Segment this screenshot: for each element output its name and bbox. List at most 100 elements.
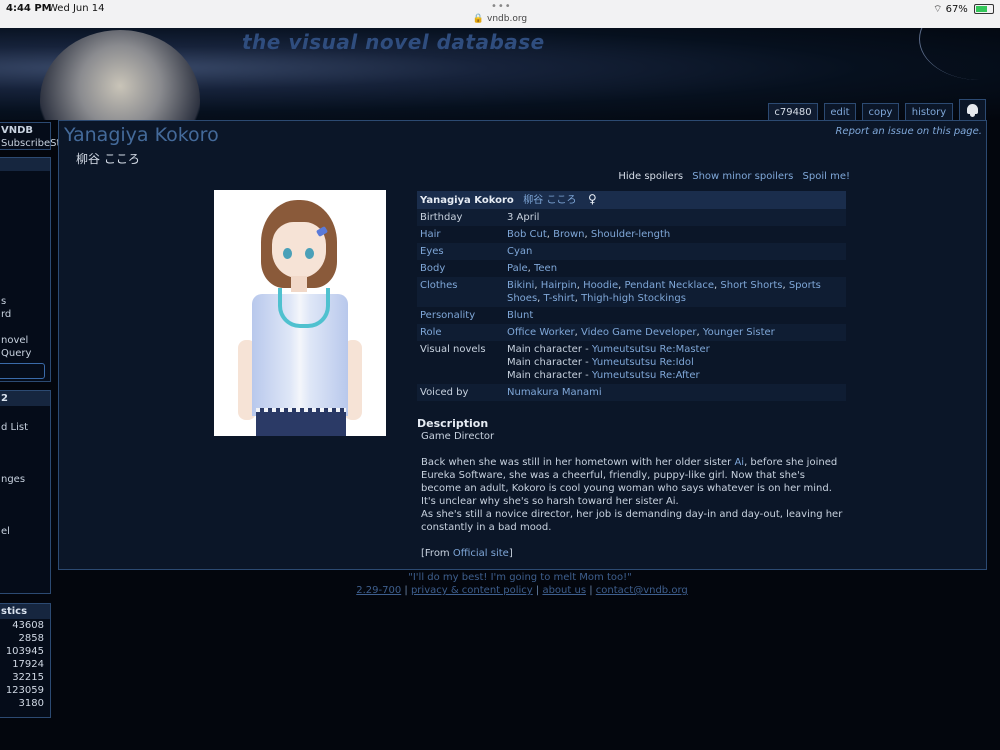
trait-label-link[interactable]: Role	[417, 324, 504, 341]
link-official-site[interactable]: Official site	[453, 548, 509, 559]
trait-link[interactable]: T-shirt	[544, 293, 575, 304]
portrait-necklace	[278, 288, 330, 328]
sidebar-menu-item[interactable]: rd	[0, 308, 50, 321]
sidebar-menu-item[interactable]: novel	[0, 334, 50, 347]
trait-label-link[interactable]: Eyes	[417, 243, 504, 260]
info-value-voiced-by: Numakura Manami	[504, 384, 846, 401]
trait-link[interactable]: Bob Cut	[507, 229, 547, 240]
portrait-eye-left	[283, 248, 292, 259]
sidebar-item-vndb[interactable]: VNDB	[0, 123, 50, 137]
visual-novel-link[interactable]: Yumeutsutsu Re:Master	[592, 344, 710, 355]
trait-link[interactable]: Hairpin	[541, 280, 577, 291]
trait-link[interactable]: Office Worker	[507, 327, 575, 338]
trait-link[interactable]: Thigh-high Stockings	[581, 293, 686, 304]
footer-contact-link[interactable]: contact@vndb.org	[596, 585, 688, 596]
banner-character-art	[40, 30, 200, 120]
sidebar-user-box: 2 d List nges el	[0, 390, 51, 594]
trait-link[interactable]: Younger Sister	[703, 327, 775, 338]
character-page: Yanagiya Kokoro 柳谷 こころ Report an issue o…	[58, 120, 987, 570]
trait-link[interactable]: Shoulder-length	[591, 229, 670, 240]
visual-novel-link[interactable]: Yumeutsutsu Re:Idol	[592, 357, 694, 368]
sidebar-item-subscribestar[interactable]: SubscribeStar	[0, 137, 71, 150]
sidebar-user-item[interactable]: el	[0, 525, 50, 538]
bell-icon	[967, 104, 978, 117]
trait-link[interactable]: Video Game Developer	[581, 327, 697, 338]
info-label: Birthday	[417, 209, 504, 226]
footer-about-link[interactable]: about us	[542, 585, 586, 596]
trait-link[interactable]: Pendant Necklace	[624, 280, 714, 291]
page-subtitle-original: 柳谷 こころ	[76, 152, 140, 166]
trait-link[interactable]: Pale	[507, 263, 528, 274]
info-name: Yanagiya Kokoro	[420, 195, 514, 206]
sidebar-menu-item[interactable]: s	[0, 295, 50, 308]
tab-character-id[interactable]: c79480	[768, 103, 818, 121]
battery-fill	[976, 6, 987, 12]
spoiler-hide-option[interactable]: Hide spoilers	[618, 171, 683, 182]
voice-actor-link[interactable]: Numakura Manami	[507, 387, 602, 398]
trait-label-link[interactable]: Clothes	[417, 277, 504, 307]
battery-percent: 67%	[945, 4, 968, 15]
status-time: 4:44 PM	[6, 3, 52, 14]
info-label: Voiced by	[417, 384, 504, 401]
footer-privacy-link[interactable]: privacy & content policy	[411, 585, 533, 596]
info-row-visual-novels: Visual novels Main character - Yumeutsuts…	[417, 341, 846, 384]
trait-label-link[interactable]: Body	[417, 260, 504, 277]
visual-novel-link[interactable]: Yumeutsutsu Re:After	[592, 370, 700, 381]
banner-moon-art	[919, 28, 1000, 80]
info-row-eyes: Eyes Cyan	[417, 243, 846, 260]
trait-label-link[interactable]: Personality	[417, 307, 504, 324]
stat-value: 43608	[12, 620, 44, 631]
info-row-clothes: Clothes Bikini, Hairpin, Hoodie, Pendant …	[417, 277, 846, 307]
address-bar[interactable]: 🔒 vndb.org	[0, 14, 1000, 24]
info-row-body: Body Pale, Teen	[417, 260, 846, 277]
info-row-personality: Personality Blunt	[417, 307, 846, 324]
trait-values: Blunt	[504, 307, 846, 324]
tab-history[interactable]: history	[905, 103, 953, 121]
info-value-birthday: 3 April	[504, 209, 846, 226]
trait-link[interactable]: Short Shorts	[720, 280, 782, 291]
wifi-icon: ⌔	[932, 4, 943, 15]
tab-copy[interactable]: copy	[862, 103, 899, 121]
trait-link[interactable]: Blunt	[507, 310, 533, 321]
trait-link[interactable]: Hoodie	[583, 280, 618, 291]
info-row-birthday: Birthday 3 April	[417, 209, 846, 226]
footer-version-link[interactable]: 2.29-700	[356, 585, 401, 596]
notification-bell-button[interactable]	[959, 99, 986, 121]
multitask-dots-icon[interactable]: •••	[491, 1, 512, 12]
battery-icon	[974, 4, 994, 14]
description-paragraph: Back when she was still in her hometown …	[421, 456, 847, 495]
description-paragraph: As she's still a novice director, her jo…	[421, 509, 843, 533]
battery-indicator: ⌔ 67%	[933, 3, 994, 16]
gender-female-icon: ♀	[587, 192, 597, 206]
trait-link[interactable]: Cyan	[507, 246, 532, 257]
trait-link[interactable]: Brown	[553, 229, 584, 240]
sidebar-user-item[interactable]: d List	[0, 421, 50, 434]
trait-link[interactable]: Bikini	[507, 280, 534, 291]
visual-novel-entry: Main character - Yumeutsutsu Re:Master	[507, 343, 843, 356]
address-url: vndb.org	[487, 14, 528, 24]
report-issue-link[interactable]: Report an issue on this page.	[835, 126, 982, 137]
sidebar-menu-item[interactable]: Query	[0, 347, 50, 360]
trait-link[interactable]: Teen	[534, 263, 557, 274]
tab-edit[interactable]: edit	[824, 103, 856, 121]
link-ai[interactable]: Ai	[734, 457, 744, 468]
trait-values: Pale, Teen	[504, 260, 846, 277]
description-text: [From	[421, 548, 453, 559]
character-portrait[interactable]	[214, 190, 386, 436]
sidebar-support-box: VNDB SubscribeStar	[0, 122, 71, 150]
info-row-voiced-by: Voiced by Numakura Manami	[417, 384, 846, 401]
spoiler-minor-option[interactable]: Show minor spoilers	[692, 171, 793, 182]
sidebar-search-input[interactable]	[0, 363, 45, 379]
trait-values: Bob Cut, Brown, Shoulder-length	[504, 226, 846, 243]
description-line: Game Director	[421, 431, 495, 442]
sidebar-user-item[interactable]: nges	[0, 473, 50, 486]
stat-value: 3180	[18, 698, 44, 709]
description-section: Description Game Director Back when she …	[417, 417, 847, 560]
trait-label-link[interactable]: Hair	[417, 226, 504, 243]
site-logo[interactable]: the visual novel database	[242, 30, 545, 54]
spoiler-all-option[interactable]: Spoil me!	[803, 171, 850, 182]
stat-value: 2858	[18, 633, 44, 644]
sidebar-user-header: 2	[0, 391, 50, 406]
description-title: Description	[417, 417, 489, 430]
description-paragraph: It's unclear why she's so harsh toward h…	[421, 496, 679, 507]
